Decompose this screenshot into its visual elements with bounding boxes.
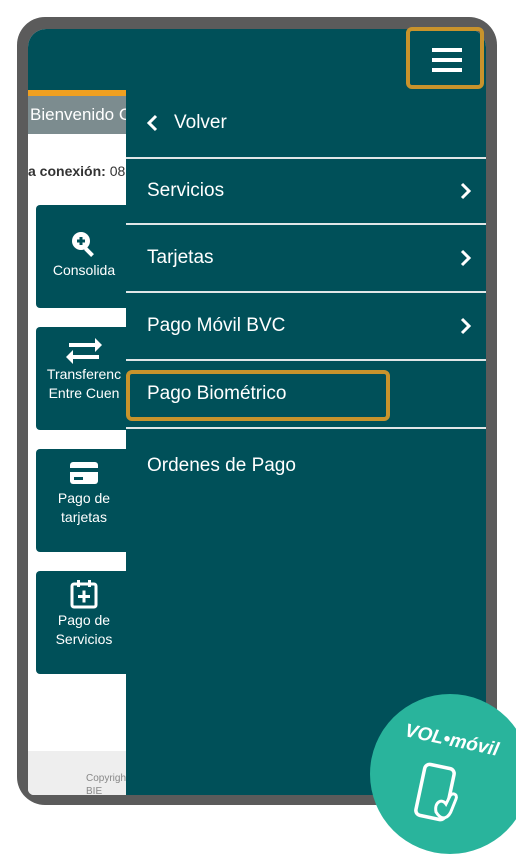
menu-item-label: Pago Móvil BVC [147,315,286,336]
tile-label: Pago de [57,490,111,506]
tile-card-payment[interactable]: Pago de tarjetas [36,449,132,552]
tile-consolidated[interactable]: Consolida [36,205,132,308]
transfer-arrows-icon [66,338,102,364]
last-connection: a conexión: 08 [28,163,125,179]
menu-item-tarjetas[interactable]: Tarjetas [126,225,486,293]
last-connection-label: a conexión: [28,163,106,179]
menu-item-label: Tarjetas [147,247,214,268]
tile-label: Transferenc [46,366,122,382]
chevron-left-icon [146,114,158,132]
chevron-right-icon [460,182,472,200]
menu-item-servicios[interactable]: Servicios [126,159,486,225]
menu-item-ordenes-pago[interactable]: Ordenes de Pago [126,429,486,495]
selected-item-highlight [126,370,390,421]
tile-label-2: Entre Cuen [48,385,120,401]
menu-item-pago-movil[interactable]: Pago Móvil BVC [126,293,486,361]
menu-item-label: Ordenes de Pago [147,455,296,476]
tile-transfers[interactable]: Transferenc Entre Cuen [36,327,132,430]
tile-label: Pago de [57,612,111,628]
calendar-plus-icon [70,580,98,609]
chevron-right-icon [460,317,472,335]
menu-back-button[interactable]: Volver [126,89,486,159]
menu-item-label: Servicios [147,180,225,201]
chevron-right-icon [460,249,472,267]
tile-services-payment[interactable]: Pago de Servicios [36,571,132,674]
side-menu: Volver Servicios Tarjetas Pago Móvil BVC… [126,89,486,795]
tile-label: Consolida [52,262,116,278]
badge-text: VOL•móvil [402,720,501,761]
credit-card-icon [70,462,98,484]
hamburger-highlight [406,27,484,89]
menu-back-label: Volver [174,112,227,133]
welcome-banner: Bienvenido C [28,96,128,134]
footer-copyright: Copyrigh [86,773,127,784]
tile-label-2: Servicios [55,631,113,647]
tile-label-2: tarjetas [61,509,107,525]
phone-touch-icon [414,762,458,822]
footer-copyright-2: BIE [86,786,103,795]
vol-movil-badge: VOL•móvil [370,694,516,854]
footer: Copyrigh BIE [28,751,128,795]
last-connection-value: 08 [109,163,126,179]
search-plus-icon [72,232,94,257]
